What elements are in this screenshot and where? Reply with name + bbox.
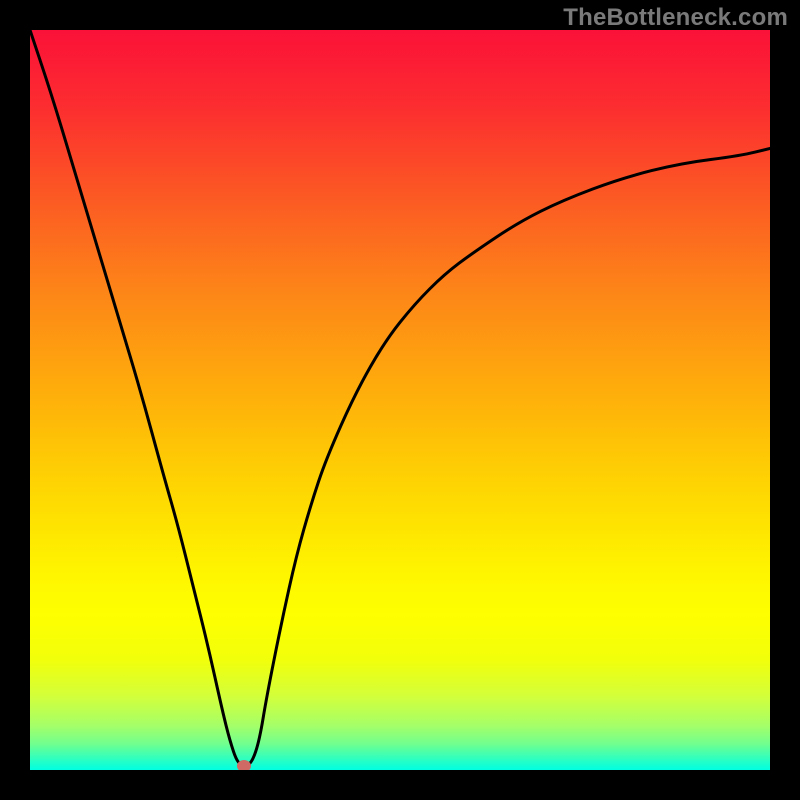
optimal-marker — [237, 760, 251, 770]
chart-frame: TheBottleneck.com — [0, 0, 800, 800]
watermark-text: TheBottleneck.com — [563, 4, 788, 32]
plot-area — [30, 30, 770, 770]
background-gradient — [30, 30, 770, 770]
